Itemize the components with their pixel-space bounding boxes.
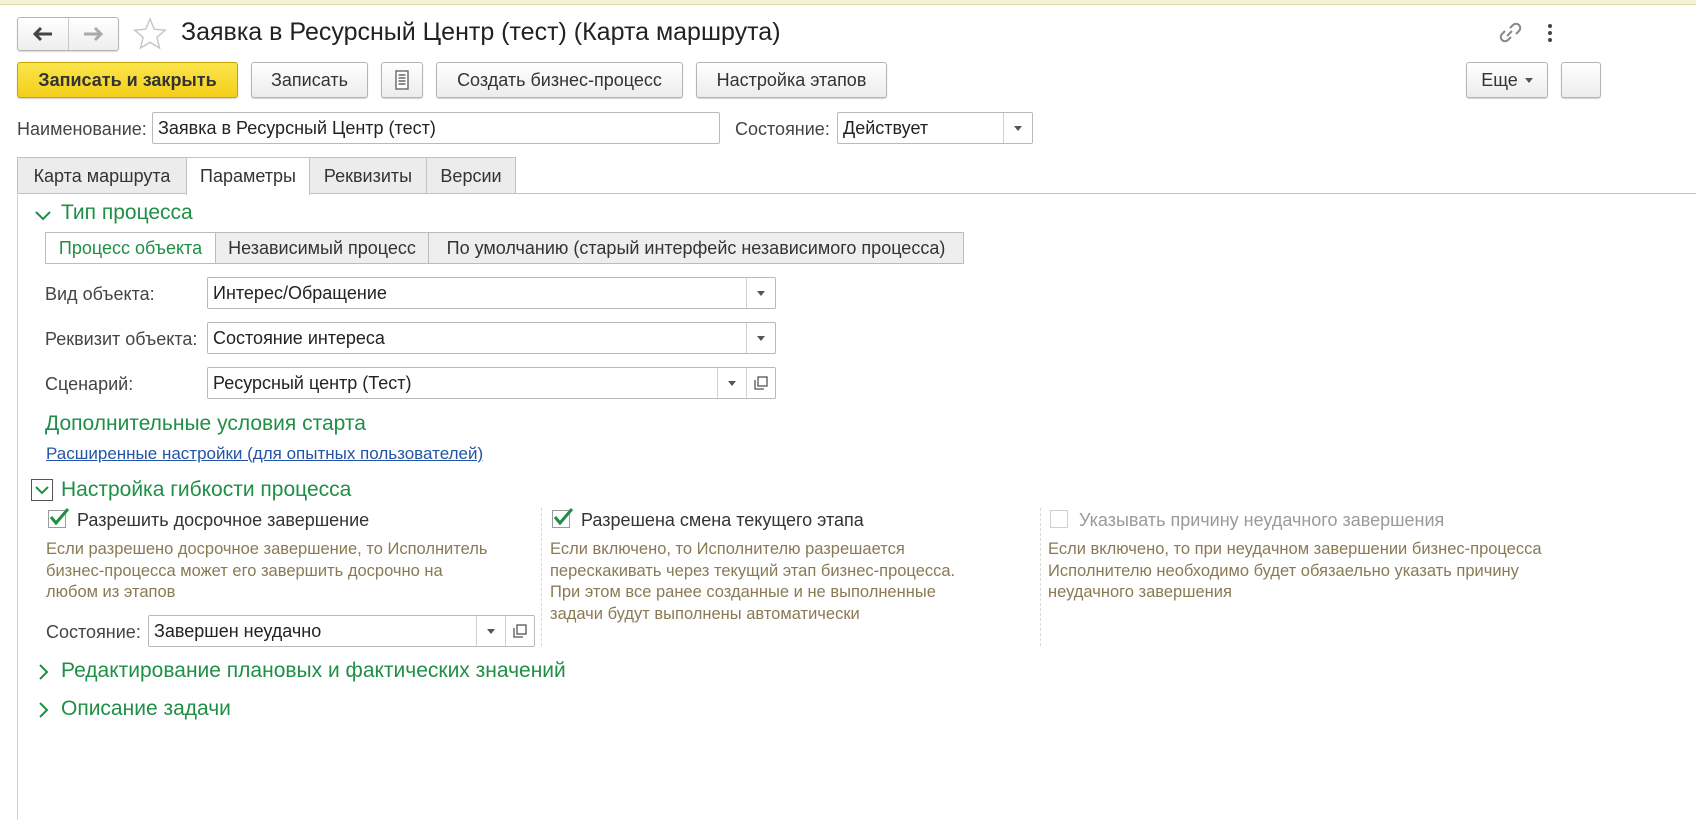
- object-attr-dropdown-button[interactable]: [746, 323, 775, 353]
- chevron-down-icon: [35, 211, 51, 221]
- star-icon: [133, 17, 167, 50]
- object-attr-select[interactable]: Состояние интереса: [207, 322, 776, 354]
- checkmark-icon: [49, 508, 70, 526]
- checkmark-icon: [553, 508, 574, 526]
- finish-state-value: Завершен неудачно: [154, 621, 322, 641]
- expand-task-description-toggle[interactable]: [36, 701, 50, 719]
- create-business-process-button[interactable]: Создать бизнес-процесс: [436, 62, 683, 98]
- stage-settings-button[interactable]: Настройка этапов: [696, 62, 887, 98]
- task-description-section-title[interactable]: Описание задачи: [61, 697, 231, 721]
- top-border: [0, 0, 1696, 5]
- dropdown-arrow-icon: [1524, 77, 1533, 83]
- scenario-select[interactable]: Ресурсный центр (Тест): [207, 367, 776, 399]
- early-finish-checkbox[interactable]: [48, 508, 70, 528]
- document-list-icon: [395, 70, 409, 90]
- object-kind-select[interactable]: Интерес/Обращение: [207, 277, 776, 309]
- object-attr-value: Состояние интереса: [213, 328, 385, 348]
- arrow-right-icon: [84, 26, 104, 42]
- chevron-down-icon: [35, 486, 49, 495]
- link-icon: [1499, 22, 1522, 43]
- stage-change-description: Если включено, то Исполнителю разрешаетс…: [550, 540, 956, 623]
- column-separator: [1040, 508, 1041, 646]
- collapse-process-type-toggle[interactable]: [34, 206, 52, 224]
- finish-state-dropdown-button[interactable]: [476, 616, 505, 646]
- expand-plan-fact-toggle[interactable]: [36, 663, 50, 681]
- finish-state-open-button[interactable]: [505, 616, 534, 646]
- option-independent-process[interactable]: Независимый процесс: [215, 232, 429, 264]
- state-value: Действует: [843, 118, 929, 138]
- option-default-process[interactable]: По умолчанию (старый интерфейс независим…: [428, 232, 964, 264]
- more-label: Еще: [1481, 69, 1518, 90]
- early-finish-description: Если разрешено досрочное завершение, то …: [46, 540, 488, 601]
- stage-change-label[interactable]: Разрешена смена текущего этапа: [581, 510, 864, 531]
- fail-reason-checkbox[interactable]: [1050, 510, 1068, 528]
- save-and-close-button[interactable]: Записать и закрыть: [17, 62, 238, 98]
- finish-state-label: Состояние:: [46, 622, 141, 642]
- nav-buttons: [17, 17, 119, 51]
- scenario-label: Сценарий:: [45, 374, 134, 394]
- chevron-down-icon: [728, 380, 736, 386]
- more-actions-button[interactable]: [1545, 22, 1555, 44]
- early-finish-label[interactable]: Разрешить досрочное завершение: [77, 510, 369, 531]
- name-field[interactable]: Заявка в Ресурсный Центр (тест): [152, 112, 720, 144]
- name-label: Наименование:: [17, 119, 147, 139]
- chevron-down-icon: [757, 290, 765, 296]
- state-label: Состояние:: [735, 119, 830, 139]
- flexibility-title[interactable]: Настройка гибкости процесса: [61, 478, 351, 502]
- scenario-dropdown-button[interactable]: [717, 368, 746, 398]
- plan-fact-section-title[interactable]: Редактирование плановых и фактических зн…: [61, 659, 566, 683]
- arrow-left-icon: [32, 26, 52, 42]
- chevron-down-icon: [487, 628, 495, 634]
- link-button[interactable]: [1496, 22, 1522, 46]
- object-kind-value: Интерес/Обращение: [213, 283, 387, 303]
- open-window-icon: [754, 376, 768, 390]
- page-title: Заявка в Ресурсный Центр (тест) (Карта м…: [181, 18, 781, 46]
- object-attr-label: Реквизит объекта:: [45, 329, 198, 349]
- chevron-down-icon: [757, 335, 765, 341]
- extra-conditions-title: Дополнительные условия старта: [45, 412, 366, 435]
- extra-toolbar-button[interactable]: [1561, 62, 1601, 98]
- process-type-title[interactable]: Тип процесса: [61, 201, 193, 225]
- tab-versions[interactable]: Версии: [426, 157, 516, 194]
- kebab-menu-icon: [1548, 24, 1552, 42]
- collapse-flexibility-toggle[interactable]: [31, 479, 53, 501]
- scenario-open-button[interactable]: [746, 368, 775, 398]
- chevron-down-icon: [1014, 125, 1022, 131]
- save-button[interactable]: Записать: [251, 62, 368, 98]
- back-button[interactable]: [18, 18, 69, 50]
- advanced-settings-link[interactable]: Расширенные настройки (для опытных польз…: [46, 444, 483, 464]
- open-window-icon: [513, 624, 527, 638]
- fail-reason-description: Если включено, то при неудачном завершен…: [1048, 540, 1542, 601]
- tab-route-map[interactable]: Карта маршрута: [17, 157, 187, 194]
- option-object-process[interactable]: Процесс объекта: [45, 232, 216, 264]
- favorite-star-button[interactable]: [133, 17, 167, 51]
- chevron-right-icon: [39, 702, 49, 718]
- forward-button[interactable]: [69, 18, 119, 50]
- left-border: [17, 195, 18, 820]
- tab-attributes[interactable]: Реквизиты: [309, 157, 427, 194]
- state-select[interactable]: Действует: [837, 112, 1033, 144]
- scenario-value: Ресурсный центр (Тест): [213, 373, 412, 393]
- report-button[interactable]: [381, 62, 423, 98]
- object-kind-label: Вид объекта:: [45, 284, 155, 304]
- fail-reason-label[interactable]: Указывать причину неудачного завершения: [1079, 510, 1444, 531]
- chevron-right-icon: [39, 664, 49, 680]
- more-menu-button[interactable]: Еще: [1466, 62, 1548, 98]
- object-kind-dropdown-button[interactable]: [746, 278, 775, 308]
- stage-change-checkbox[interactable]: [552, 508, 574, 528]
- tab-parameters[interactable]: Параметры: [186, 157, 310, 195]
- column-separator: [541, 508, 542, 646]
- finish-state-select[interactable]: Завершен неудачно: [148, 615, 535, 647]
- state-dropdown-button[interactable]: [1003, 113, 1032, 143]
